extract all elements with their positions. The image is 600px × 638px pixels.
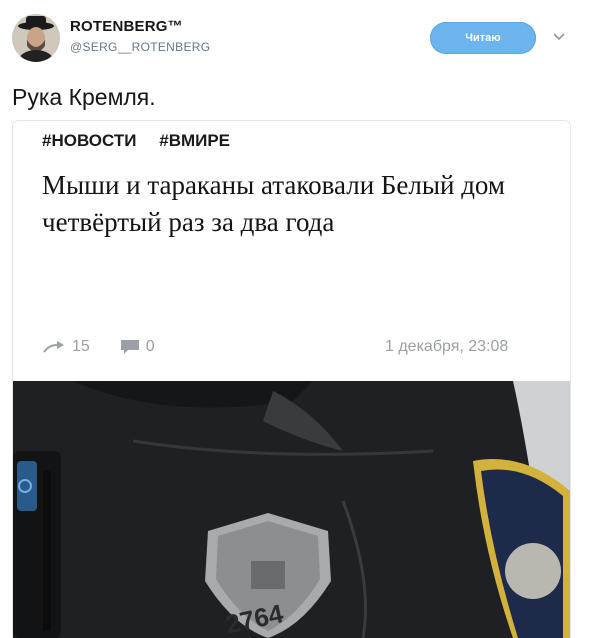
- card-photo[interactable]: 2764: [13, 381, 570, 638]
- tweet-text: Рука Кремля.: [12, 84, 156, 110]
- shares-stat: 15: [42, 338, 90, 356]
- card-headline[interactable]: Мыши и тараканы атаковали Белый дом четв…: [42, 167, 552, 241]
- card-date: 1 декабря, 23:08: [385, 338, 509, 355]
- author-handle[interactable]: @SERG__ROTENBERG: [70, 40, 210, 54]
- author-name[interactable]: ROTENBERG™: [70, 18, 183, 35]
- tweet-header: ROTENBERG™ @SERG__ROTENBERG Читаю: [12, 14, 588, 64]
- comments-stat: 0: [120, 338, 155, 356]
- link-card[interactable]: #НОВОСТИ #ВМИРЕ Мыши и тараканы атаковал…: [12, 120, 571, 638]
- tag-world[interactable]: #ВМИРЕ: [159, 131, 230, 150]
- tag-news[interactable]: #НОВОСТИ: [42, 131, 137, 150]
- comment-icon: [120, 340, 139, 354]
- chevron-down-icon[interactable]: [550, 28, 568, 46]
- card-tags: #НОВОСТИ #ВМИРЕ: [42, 131, 248, 151]
- share-arrow-icon: [43, 341, 64, 353]
- comments-count: 0: [145, 338, 155, 355]
- card-stats: 15 0: [42, 338, 185, 356]
- follow-button[interactable]: Читаю: [430, 22, 536, 54]
- shares-count: 15: [72, 338, 90, 355]
- avatar[interactable]: [12, 14, 60, 62]
